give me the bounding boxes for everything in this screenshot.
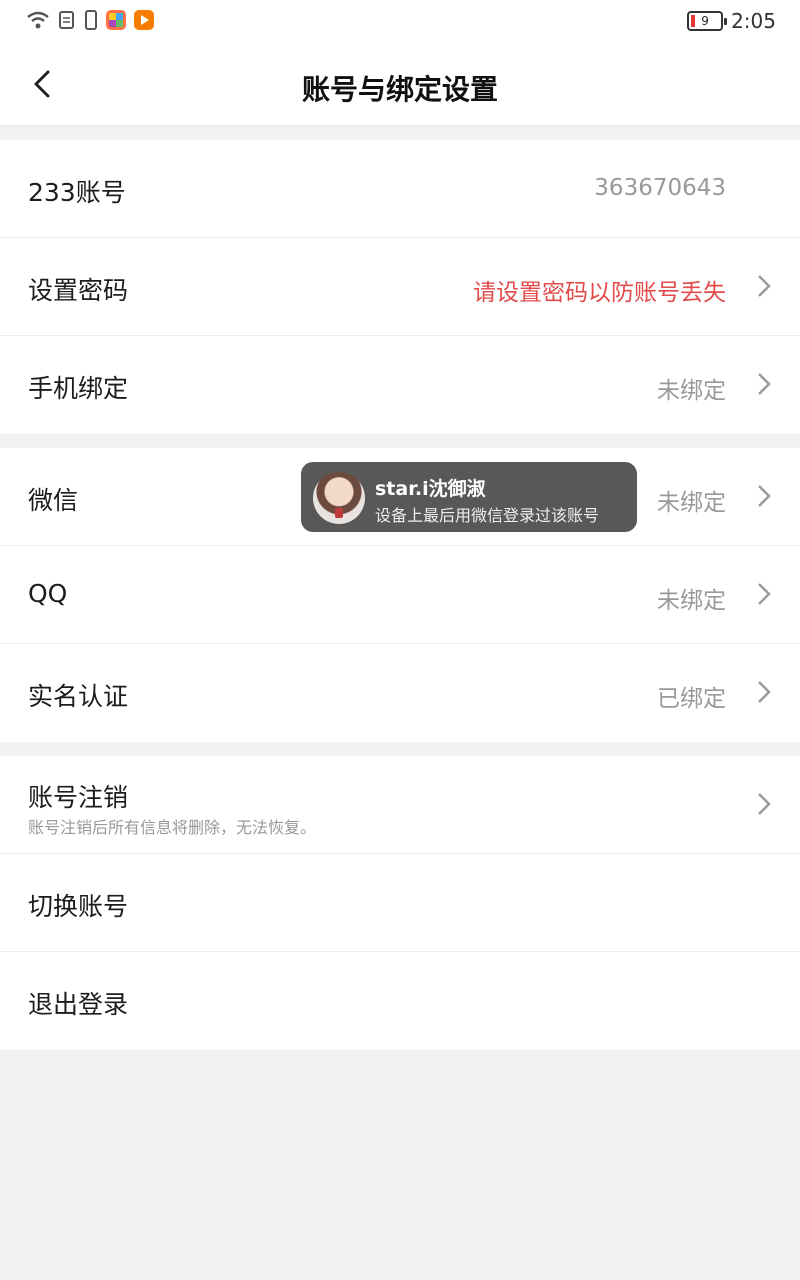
delete-account-hint: 账号注销后所有信息将删除，无法恢复。 <box>28 818 317 837</box>
chevron-right-icon <box>758 583 771 605</box>
realname-status: 已绑定 <box>657 686 726 712</box>
row-label: 切换账号 <box>28 892 129 921</box>
qq-row[interactable]: QQ 未绑定 <box>0 546 800 644</box>
phone-binding-row[interactable]: 手机绑定 未绑定 <box>0 336 800 434</box>
chevron-right-icon <box>758 793 771 815</box>
row-label: QQ <box>28 579 68 608</box>
document-icon <box>59 11 74 29</box>
status-bar: 9 2:05 <box>0 0 800 44</box>
account-group: 233账号 363670643 设置密码 请设置密码以防账号丢失 手机绑定 未绑… <box>0 140 800 434</box>
phone-icon <box>85 10 97 30</box>
row-label: 退出登录 <box>28 990 129 1019</box>
switch-account-row[interactable]: 切换账号 <box>0 854 800 952</box>
play-app-icon <box>134 10 154 30</box>
app-icon-colorful <box>106 10 126 30</box>
chevron-right-icon <box>758 373 771 395</box>
page-title: 账号与绑定设置 <box>301 73 498 106</box>
password-warning: 请设置密码以防账号丢失 <box>473 280 726 306</box>
row-label: 233账号 <box>28 178 126 207</box>
row-label: 设置密码 <box>28 276 129 305</box>
logout-row[interactable]: 退出登录 <box>0 952 800 1050</box>
status-time: 2:05 <box>731 9 776 33</box>
set-password-row[interactable]: 设置密码 请设置密码以防账号丢失 <box>0 238 800 336</box>
qq-status: 未绑定 <box>657 588 726 614</box>
account-id-value: 363670643 <box>594 175 726 201</box>
battery-indicator: 9 <box>687 11 728 31</box>
delete-account-row[interactable]: 账号注销 账号注销后所有信息将删除，无法恢复。 <box>0 756 800 854</box>
page-header: 账号与绑定设置 <box>0 44 800 126</box>
row-label: 手机绑定 <box>28 374 129 403</box>
status-icons <box>26 10 154 30</box>
account-id-row: 233账号 363670643 <box>0 140 800 238</box>
account-actions-group: 账号注销 账号注销后所有信息将删除，无法恢复。 切换账号 退出登录 <box>0 756 800 1050</box>
chevron-right-icon <box>758 275 771 297</box>
realname-row[interactable]: 实名认证 已绑定 <box>0 644 800 742</box>
toast-username: star.i沈御淑 <box>375 478 486 500</box>
avatar <box>313 472 365 524</box>
wechat-status: 未绑定 <box>657 490 726 516</box>
chevron-right-icon <box>758 485 771 507</box>
row-label: 账号注销 <box>28 783 129 812</box>
wifi-icon <box>27 11 49 29</box>
toast-message: 设备上最后用微信登录过该账号 <box>375 506 600 525</box>
chevron-right-icon <box>758 681 771 703</box>
row-label: 微信 <box>28 486 79 515</box>
status-right: 9 2:05 <box>687 9 776 33</box>
phone-binding-status: 未绑定 <box>657 378 726 404</box>
row-label: 实名认证 <box>28 682 129 711</box>
wechat-login-toast: star.i沈御淑 设备上最后用微信登录过该账号 <box>301 462 637 532</box>
